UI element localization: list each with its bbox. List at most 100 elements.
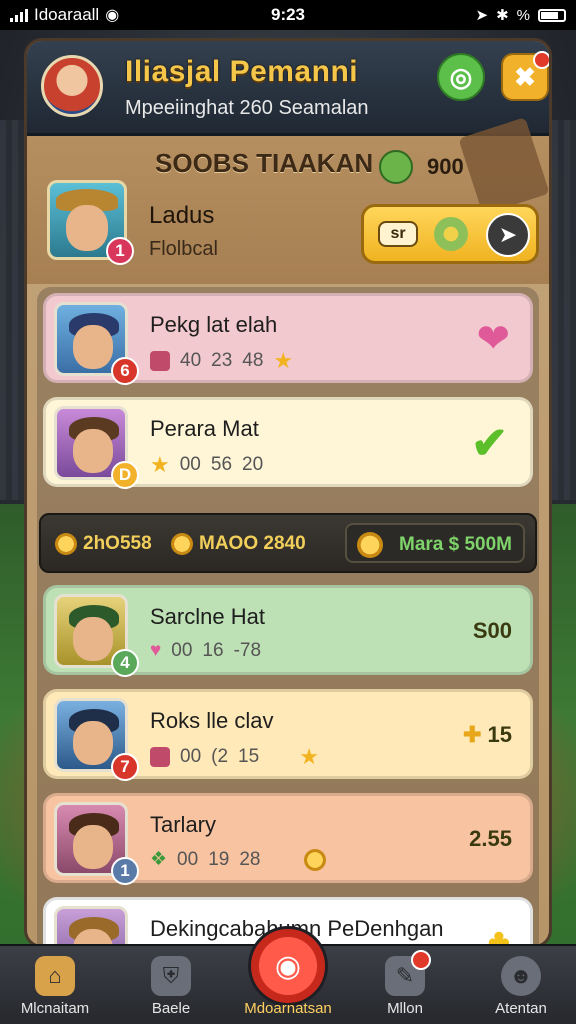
player-stats: 00 (2 15 ★ <box>150 744 319 770</box>
coin-stack-icon <box>171 533 193 555</box>
stat-value: 19 <box>208 848 230 870</box>
stat-value: 16 <box>202 640 224 661</box>
nav-label: Atentan <box>495 1000 547 1017</box>
coin-value: 2hO558 <box>83 533 152 554</box>
close-button[interactable]: ✖ <box>501 51 549 101</box>
section-title: SOOBS TIAAKAN <box>155 148 374 178</box>
shield-icon: ⛨ <box>151 956 191 996</box>
player-number-badge: 1 <box>111 857 139 885</box>
notification-dot <box>533 51 549 69</box>
player-portrait: 4 <box>54 594 139 677</box>
nav-label: Baele <box>151 1000 191 1017</box>
player-number-badge: 7 <box>111 753 139 781</box>
face-graphic <box>73 721 113 765</box>
nav-label: Mllon <box>387 1000 423 1017</box>
gem-count: 900 <box>427 154 464 179</box>
player-portrait: 6 <box>54 302 139 385</box>
player-name: Tarlary <box>150 812 217 837</box>
profile-icon: ☻ <box>501 956 541 996</box>
featured-section: SOOBS TIAAKAN 900 1 Ladus Flolbcal sr ➤ <box>27 117 549 284</box>
stat-value: 56 <box>210 454 233 475</box>
player-stats: ♥ 00 16 -78 <box>150 640 261 662</box>
nav-team[interactable]: ⛨ Baele <box>116 952 226 1022</box>
home-icon: ⌂ <box>35 956 75 996</box>
page-subtitle: Mpeeiinghat 260 Seamalan <box>125 97 369 119</box>
green-gem-icon <box>379 150 413 184</box>
ball-icon: ◉ <box>274 949 302 983</box>
featured-player-position: Flolbcal <box>149 238 218 260</box>
list-item[interactable]: 7 Roks lle clav 00 (2 15 ★ ✚ 15 <box>43 689 533 781</box>
stat-value: 15 <box>238 746 260 767</box>
nav-profile[interactable]: ☻ Atentan <box>466 952 576 1022</box>
nav-label: Mlcnaitam <box>20 1000 90 1017</box>
stat-icon <box>150 351 170 371</box>
stat-value: -78 <box>233 640 262 661</box>
nav-missions[interactable]: ✎ Mllon <box>350 950 460 1022</box>
nav-center-label: Mdoarnatsan <box>244 1000 332 1017</box>
nav-center-button[interactable]: ◉ <box>248 926 328 1006</box>
stat-value: 00 <box>171 640 193 661</box>
list-item[interactable]: 4 Sarclne Hat ♥ 00 16 -78 S00 <box>43 585 533 677</box>
flower-icon <box>434 217 468 251</box>
stat-value: 00 <box>177 848 199 870</box>
player-portrait: 1 <box>54 802 139 885</box>
stat-value: 28 <box>239 848 261 870</box>
heart-icon[interactable]: ❤ <box>476 316 510 362</box>
player-stats: ❖ 00 19 28 <box>150 848 327 871</box>
panel-header: Iliasjal Pemanni Mpeeiinghat 260 Seamala… <box>27 41 549 136</box>
star-icon: ★ <box>299 744 319 769</box>
bottom-nav: ⌂ Mlcnaitam ⛨ Baele ◉ Mdoarnatsan ✎ Mllo… <box>0 926 576 1024</box>
bluetooth-icon: ✱ <box>496 7 509 24</box>
face-graphic <box>73 429 113 473</box>
player-name: Pekg lat elah <box>150 312 278 337</box>
stat-icon <box>150 747 170 767</box>
player-value: S00 <box>472 618 512 643</box>
player-portrait: D <box>54 406 139 489</box>
coin-stat: 2hO558 <box>55 533 152 555</box>
arrow-right-icon: ➤ <box>486 213 530 257</box>
carrier-label: Idoaraall <box>34 5 100 24</box>
star-icon: ★ <box>273 348 294 373</box>
face-graphic <box>73 617 113 661</box>
close-icon: ✖ <box>514 61 536 92</box>
stat-value: 00 <box>179 454 201 475</box>
stat-value: 23 <box>211 350 233 371</box>
stat-value: 20 <box>242 454 264 475</box>
coin-icon <box>304 848 327 871</box>
player-name: Sarclne Hat <box>150 604 265 629</box>
list-item[interactable]: 1 Tarlary ❖ 00 19 28 2.55 <box>43 793 533 885</box>
nav-home[interactable]: ⌂ Mlcnaitam <box>0 952 110 1022</box>
battery-icon <box>538 8 566 22</box>
coin-icon <box>55 533 77 555</box>
player-number-badge: 6 <box>111 357 139 385</box>
sr-chip: sr <box>378 221 418 247</box>
heart-icon: ♥ <box>150 640 162 661</box>
checkmark-icon[interactable]: ✔ <box>471 418 508 469</box>
featured-action-button[interactable]: sr ➤ <box>361 204 539 264</box>
salary-stat: MAOO 2840 <box>171 533 306 555</box>
status-left: Idoaraall ◉ <box>10 5 210 25</box>
main-panel: Iliasjal Pemanni Mpeeiinghat 260 Seamala… <box>24 38 552 948</box>
player-list: 6 Pekg lat elah 40 23 48 ★ ❤ D Perara Ma… <box>37 287 539 945</box>
stat-value: 00 <box>180 746 202 767</box>
status-right: ➤ ✱ % <box>366 6 566 24</box>
player-number-badge: 1 <box>106 237 134 265</box>
target-button[interactable]: ◎ <box>437 53 485 101</box>
player-portrait <box>54 906 128 945</box>
player-name: Roks lle clav <box>150 708 274 733</box>
pencil-icon: ✎ <box>385 950 431 996</box>
featured-player-portrait[interactable]: 1 <box>47 180 134 265</box>
cash-box[interactable]: Mara $ 500M <box>345 523 525 563</box>
manager-avatar[interactable] <box>41 55 103 117</box>
list-item[interactable]: D Perara Mat ★ 00 56 20 ✔ <box>43 397 533 489</box>
player-name: Perara Mat <box>150 416 259 441</box>
player-portrait: 7 <box>54 698 139 781</box>
list-item[interactable]: 6 Pekg lat elah 40 23 48 ★ ❤ <box>43 293 533 385</box>
player-value-text: 15 <box>487 722 512 747</box>
player-stats: 40 23 48 ★ <box>150 348 293 374</box>
signal-icon <box>10 8 28 22</box>
coin-stack-icon <box>357 532 383 558</box>
page-title: Iliasjal Pemanni <box>125 55 359 88</box>
status-bar: Idoaraall ◉ 9:23 ➤ ✱ % <box>0 0 576 30</box>
face-graphic <box>73 825 113 869</box>
